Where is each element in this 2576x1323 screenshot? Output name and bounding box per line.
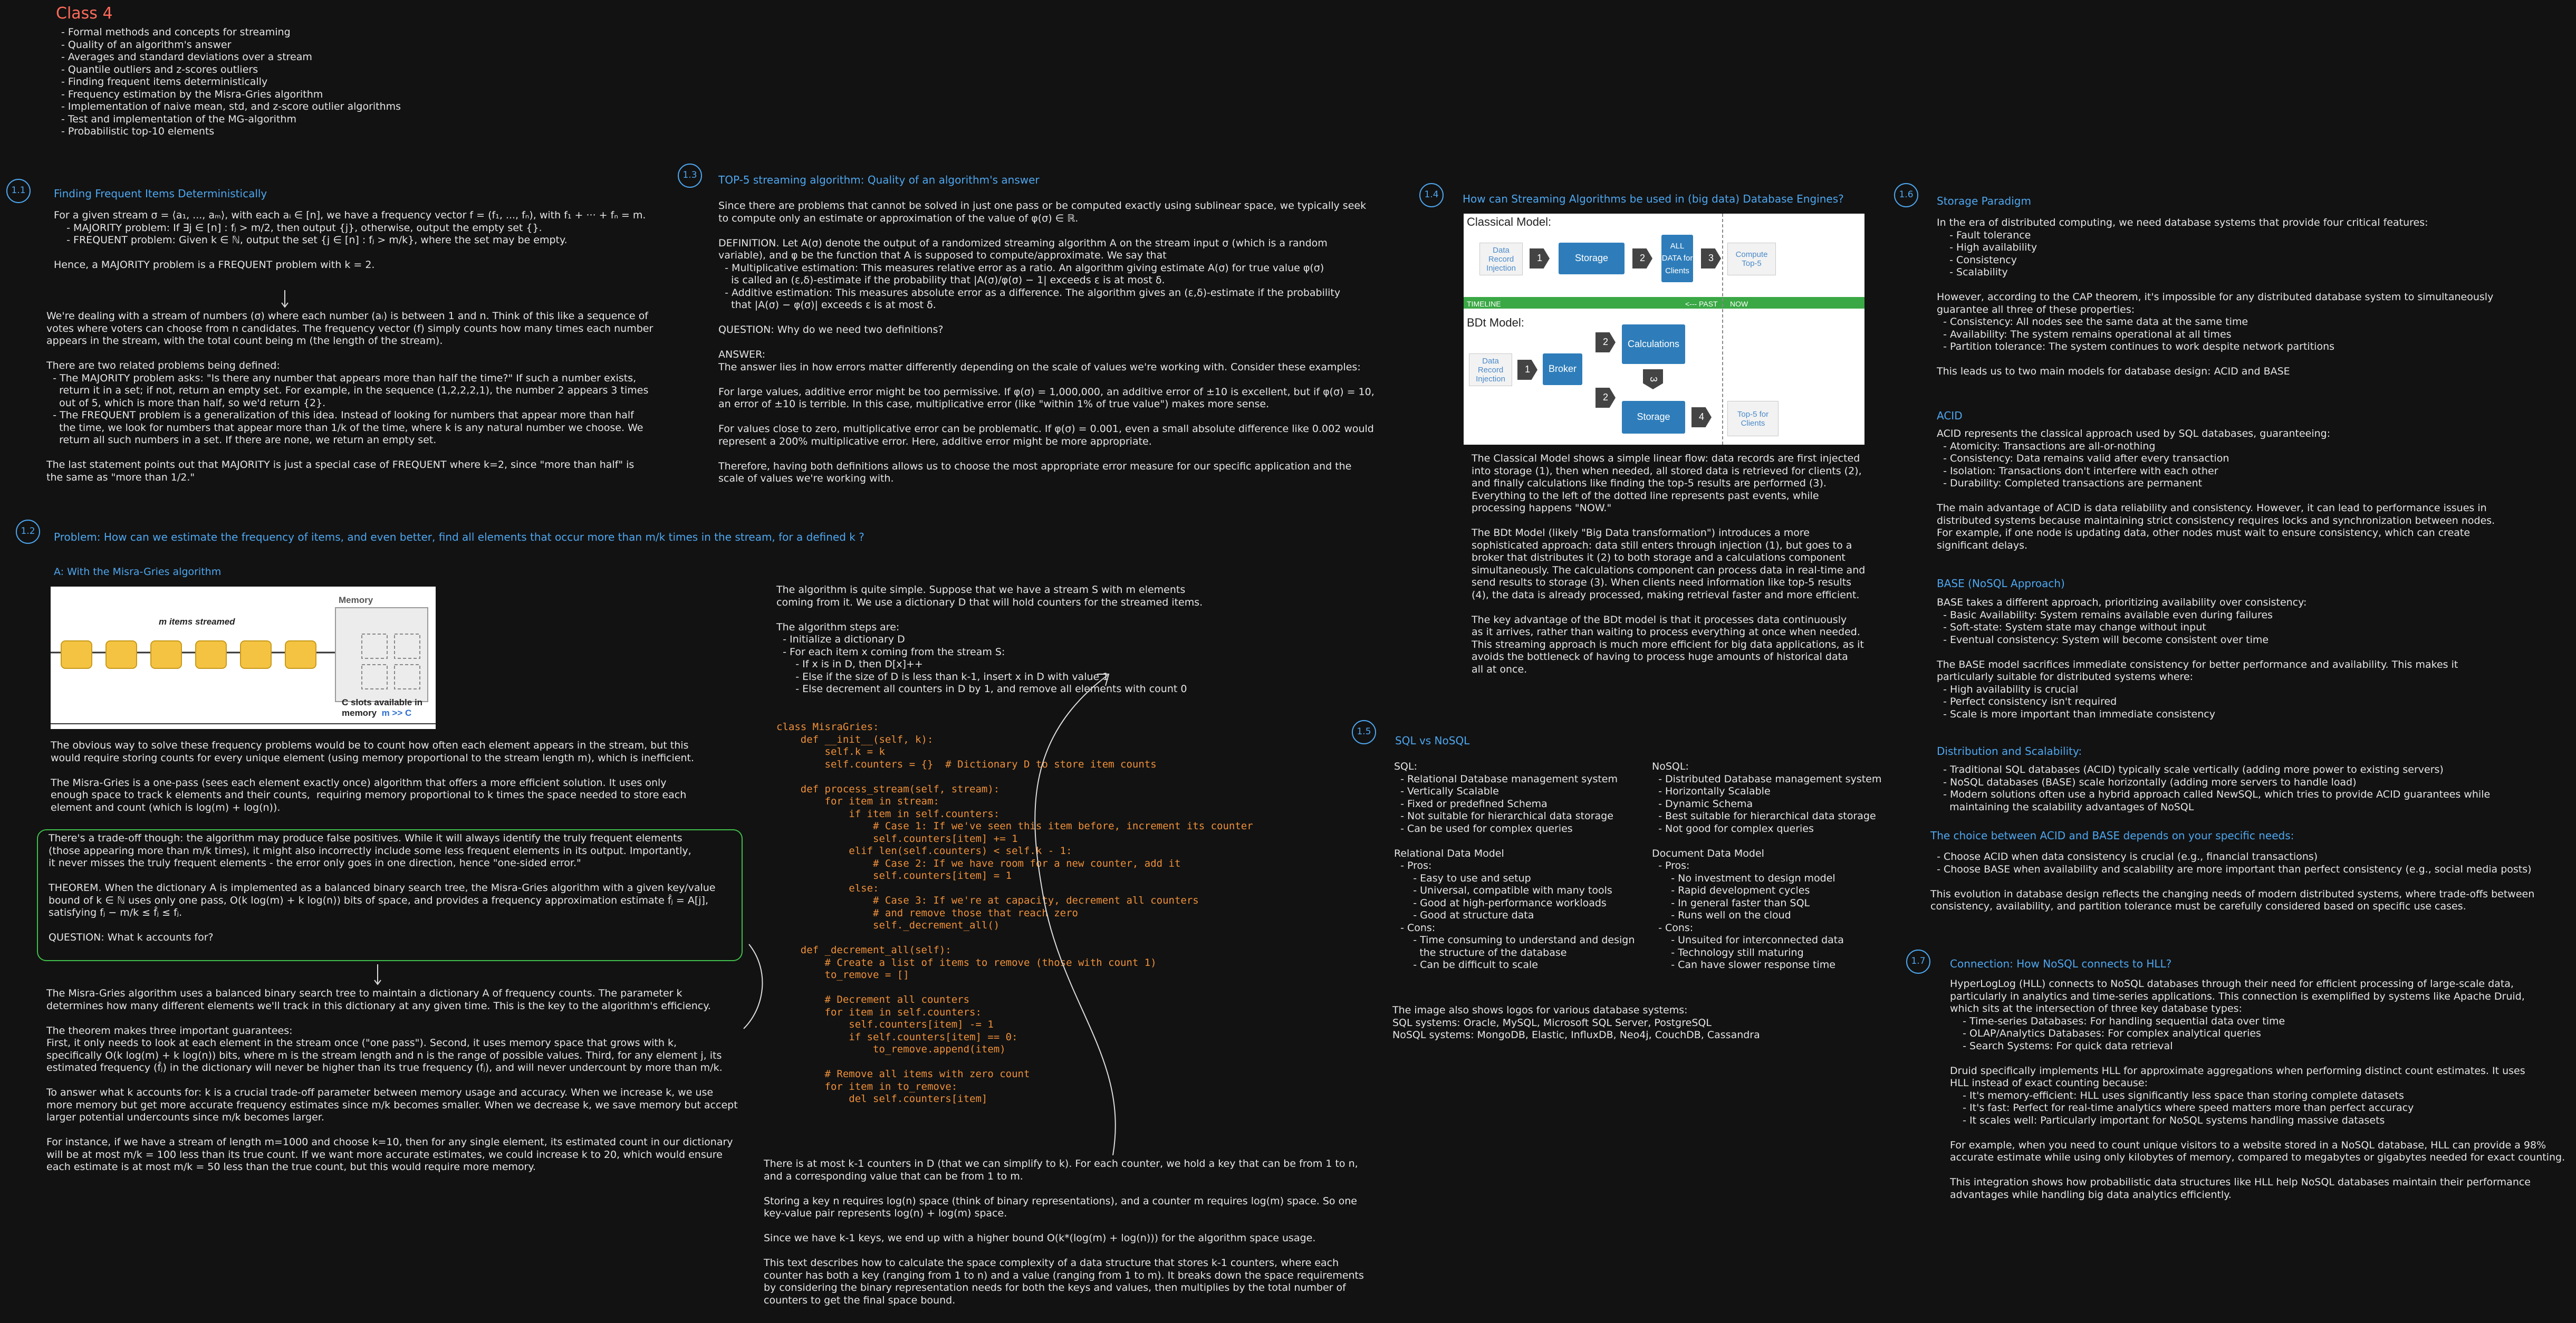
calculations-box: Calculations	[1622, 324, 1685, 364]
section-heading-1-3: TOP-5 streaming algorithm: Quality of an…	[718, 174, 1040, 186]
memory-caption: C slots available in memory m >> C	[342, 697, 423, 718]
classical-model-title: Classical Model:	[1467, 215, 1552, 228]
connector-arrows	[743, 674, 1116, 1156]
storage-box: Storage	[1559, 243, 1625, 274]
misra-gries-intro: The obvious way to solve these frequency…	[51, 740, 695, 813]
section-number-1-7: 1.7	[1906, 950, 1930, 974]
misra-gries-subheading: A: With the Misra-Gries algorithm	[54, 566, 222, 578]
compute-top5-box: Compute Top-5	[1727, 243, 1776, 275]
distribution-heading: Distribution and Scalability:	[1937, 745, 2082, 758]
acid-heading: ACID	[1937, 409, 1963, 422]
frequent-items-explanation: We're dealing with a stream of numbers (…	[46, 310, 653, 483]
section-heading-1-6: Storage Paradigm	[1937, 195, 2031, 207]
bdt-step-2-icon: 2	[1595, 332, 1616, 352]
section-number-1-3: 1.3	[678, 164, 702, 188]
database-logos-text: The image also shows logos for various d…	[1392, 1004, 1760, 1041]
theorem-text: There's a trade-off though: the algorith…	[49, 832, 716, 943]
section-heading-1-7: Connection: How NoSQL connects to HLL?	[1950, 957, 2172, 970]
choice-text: - Choose ACID when data consistency is c…	[1930, 851, 2535, 912]
section-heading-1-5: SQL vs NoSQL	[1395, 734, 1470, 747]
section-heading-1-1: Finding Frequent Items Deterministically	[54, 187, 267, 200]
choice-heading: The choice between ACID and BASE depends…	[1930, 829, 2294, 842]
timeline-bar	[1464, 297, 1864, 309]
storage-paradigm-text: In the era of distributed computing, we …	[1937, 217, 2494, 377]
now-label: NOW	[1730, 300, 1748, 308]
step-3-icon: 3	[1701, 248, 1721, 269]
bdt-model-title: BDt Model:	[1467, 316, 1524, 329]
acid-text: ACID represents the classical approach u…	[1937, 428, 2495, 551]
section-number-1-6: 1.6	[1894, 183, 1918, 207]
estimation-quality-text: Since there are problems that cannot be …	[718, 200, 1374, 484]
models-explanation: The Classical Model shows a simple linea…	[1472, 453, 1866, 675]
space-complexity-text: There is at most k-1 counters in D (that…	[764, 1158, 1364, 1306]
section-number-1-1: 1.1	[6, 179, 31, 203]
past-now-divider	[1722, 214, 1723, 445]
section-number-1-5: 1.5	[1352, 720, 1376, 744]
sql-column: SQL: - Relational Database management sy…	[1394, 761, 1635, 971]
nosql-column: NoSQL: - Distributed Database management…	[1652, 761, 1882, 971]
step-1-icon: 1	[1530, 248, 1550, 269]
broker-box: Broker	[1543, 353, 1582, 385]
database-models-diagram: Classical Model: Data Record Injection 1…	[1464, 214, 1864, 445]
distribution-text: - Traditional SQL databases (ACID) typic…	[1943, 764, 2491, 813]
bdt-step-2b-icon: 2	[1595, 388, 1616, 408]
down-arrow-icon	[374, 964, 381, 985]
base-heading: BASE (NoSQL Approach)	[1937, 577, 2065, 590]
base-text: BASE takes a different approach, priorit…	[1937, 597, 2458, 720]
bdt-data-record-injection-box: Data Record Injection	[1469, 353, 1512, 386]
section-heading-1-2: Problem: How can we estimate the frequen…	[54, 531, 864, 543]
page-title: Class 4	[56, 4, 113, 23]
step-2-icon: 2	[1632, 248, 1652, 269]
all-data-box: ALL DATA for Clients	[1661, 235, 1693, 282]
section-number-1-2: 1.2	[16, 520, 40, 544]
bdt-storage-box: Storage	[1622, 401, 1685, 434]
bdt-step-3-icon: 3	[1643, 369, 1663, 389]
class-outline: - Formal methods and concepts for stream…	[61, 26, 401, 137]
frequent-items-definition: For a given stream σ = ⟨a₁, ..., aₘ⟩, wi…	[54, 209, 646, 271]
bdt-step-4-icon: 4	[1691, 407, 1712, 427]
top5-clients-box: Top-5 for Clients	[1727, 401, 1779, 436]
timeline-label: TIMELINE	[1467, 300, 1501, 308]
past-label: <--- PAST	[1685, 300, 1718, 308]
stream-memory-diagram: m items streamed Memory C slots availabl…	[51, 587, 436, 729]
hll-connection-text: HyperLogLog (HLL) connects to NoSQL data…	[1950, 978, 2565, 1201]
down-arrow-icon	[281, 290, 289, 308]
section-number-1-4: 1.4	[1419, 183, 1444, 207]
theorem-explanation: The Misra-Gries algorithm uses a balance…	[46, 988, 738, 1173]
data-record-injection-box: Data Record Injection	[1479, 243, 1523, 275]
section-heading-1-4: How can Streaming Algorithms be used in …	[1463, 193, 1844, 205]
memory-label: Memory	[339, 595, 373, 605]
bdt-step-1-icon: 1	[1517, 360, 1537, 380]
